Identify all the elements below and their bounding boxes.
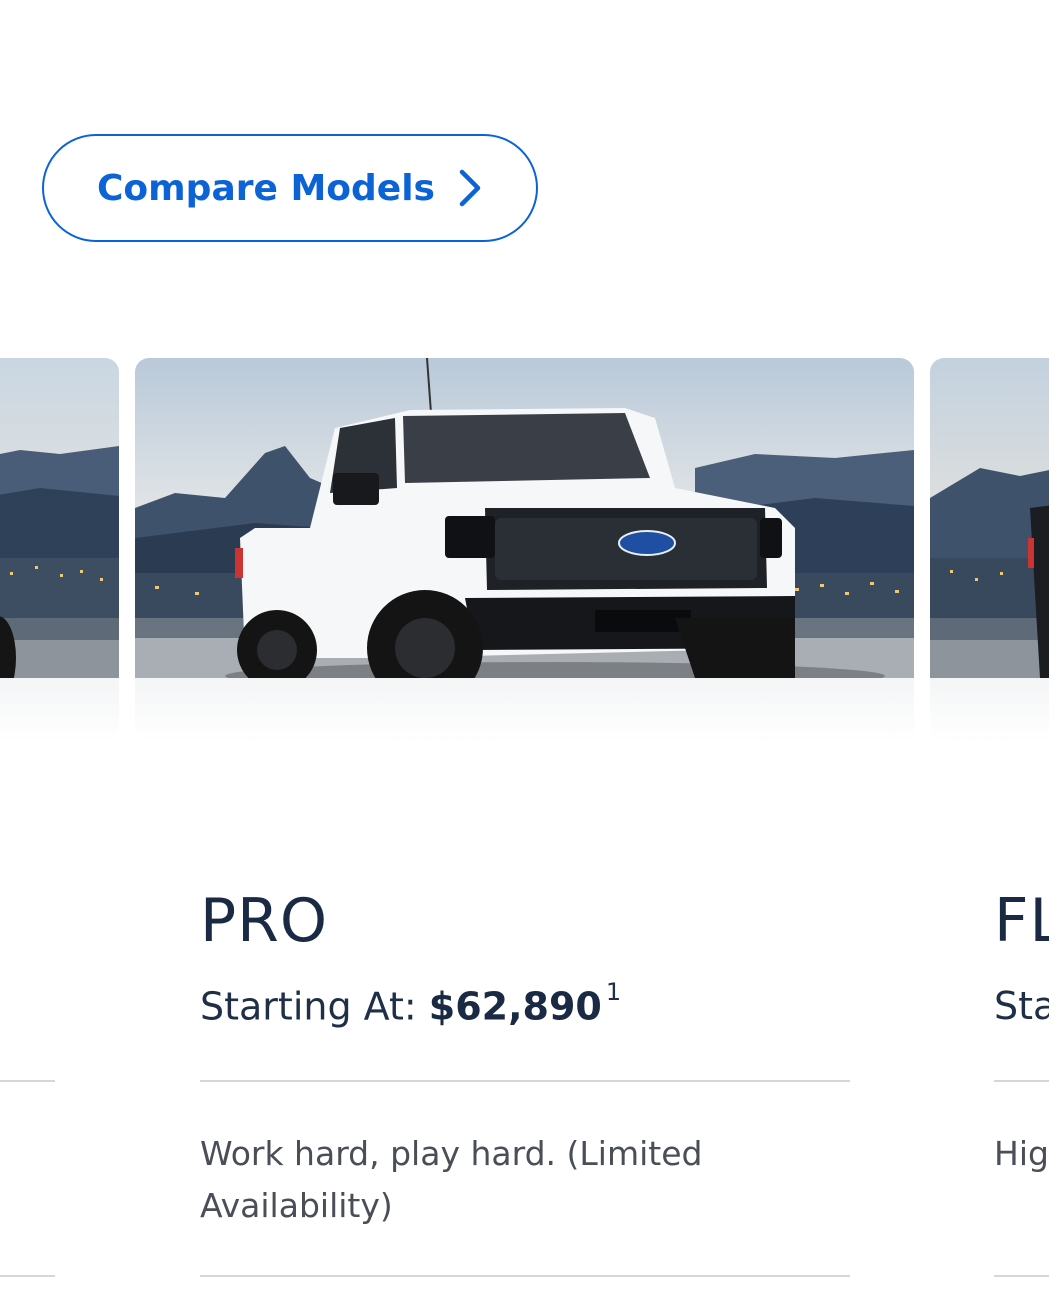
prev-card-divider-bottom: [0, 1275, 55, 1277]
card-title-next: FL: [994, 886, 1049, 956]
card-description-pro: Work hard, play hard. (Limited Availabil…: [200, 1134, 703, 1225]
compare-models-label: Compare Models: [97, 167, 435, 209]
card-description-next: Hig: [994, 1134, 1049, 1173]
next-card-image[interactable]: [930, 358, 1049, 743]
compare-models-button[interactable]: Compare Models: [42, 134, 538, 242]
prev-card-divider-top: [0, 1080, 55, 1082]
next-card-divider-bottom: [994, 1275, 1049, 1277]
price-footnote[interactable]: 1: [606, 978, 621, 1006]
pro-card-divider-bottom: [200, 1275, 850, 1277]
pro-card-divider-top: [200, 1080, 850, 1082]
next-card-divider-top: [994, 1080, 1049, 1082]
chevron-right-icon: [459, 169, 481, 207]
prev-card-image[interactable]: [0, 358, 119, 743]
card-price-pro: Starting At: $62,890 1: [200, 978, 621, 1029]
pro-card-image[interactable]: [135, 358, 914, 743]
card-price-next: Sta: [994, 984, 1049, 1028]
price-value: $62,890: [428, 984, 602, 1029]
price-label: Starting At:: [200, 984, 417, 1029]
card-title-pro: PRO: [200, 886, 329, 956]
